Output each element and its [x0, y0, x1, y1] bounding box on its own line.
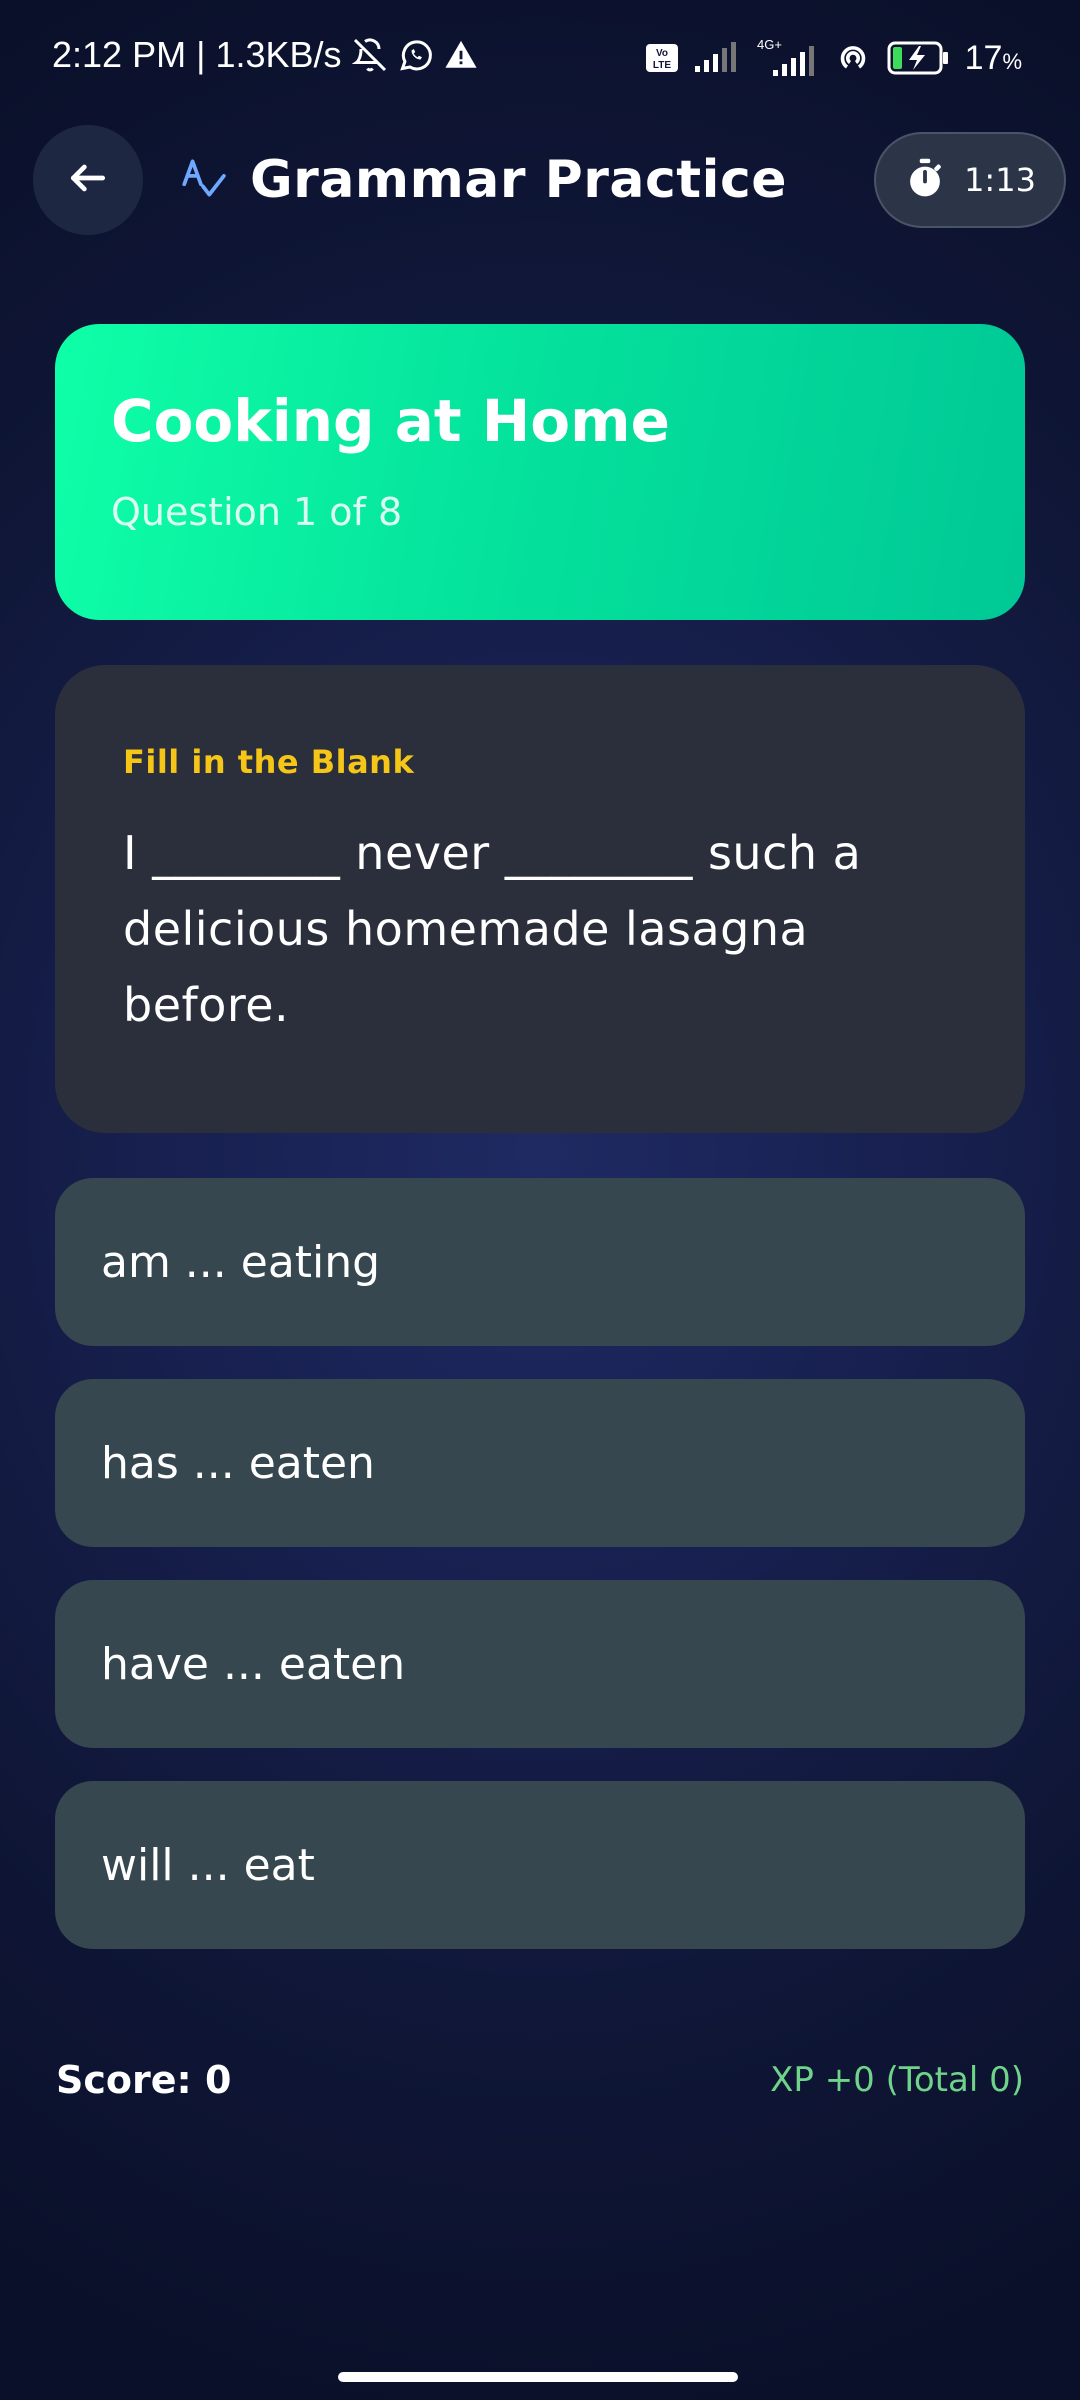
- stopwatch-icon: [904, 157, 946, 203]
- status-left: 2:12 PM | 1.3KB/s: [52, 34, 478, 76]
- back-button[interactable]: [33, 125, 143, 235]
- question-type: Fill in the Blank: [123, 743, 415, 781]
- hotspot-icon: [833, 40, 873, 76]
- answer-option-4[interactable]: will ... eat: [55, 1781, 1025, 1949]
- status-right: Vo LTE 4G+ 17%: [645, 38, 1022, 78]
- status-speed: 1.3KB/s: [215, 34, 342, 75]
- status-separator: |: [196, 34, 206, 75]
- battery-charging-icon: [887, 40, 951, 76]
- topic-card: Cooking at Home Question 1 of 8: [55, 324, 1025, 620]
- answer-option-3[interactable]: have ... eaten: [55, 1580, 1025, 1748]
- mute-bell-icon: [351, 37, 388, 73]
- timer-value: 1:13: [964, 161, 1036, 199]
- battery-percent: 17%: [964, 38, 1022, 77]
- status-time: 2:12 PM: [52, 34, 187, 75]
- volte-icon: Vo LTE: [645, 43, 679, 73]
- xp-label: XP +0 (Total 0): [770, 2060, 1024, 2100]
- alert-icon: [444, 38, 478, 72]
- svg-text:LTE: LTE: [653, 60, 671, 71]
- answer-option-2[interactable]: has ... eaten: [55, 1379, 1025, 1547]
- question-text: I ________ never ________ such a delicio…: [123, 826, 862, 1032]
- score-label: Score: 0: [56, 2058, 232, 2102]
- signal-4g-icon: 4G+: [755, 38, 819, 78]
- timer-badge: 1:13: [874, 132, 1066, 228]
- answer-options: am ... eating has ... eaten have ... eat…: [55, 1178, 1025, 1982]
- topic-title: Cooking at Home: [111, 387, 670, 455]
- question-progress: Question 1 of 8: [111, 489, 403, 534]
- signal-icon: [693, 42, 741, 74]
- answer-option-1[interactable]: am ... eating: [55, 1178, 1025, 1346]
- home-indicator[interactable]: [338, 2372, 738, 2382]
- status-bar: 2:12 PM | 1.3KB/s Vo LTE 4G+ 17%: [0, 0, 1080, 120]
- whatsapp-icon: [398, 37, 434, 73]
- header: Grammar Practice: [178, 140, 787, 220]
- svg-text:Vo: Vo: [656, 48, 668, 59]
- back-arrow-icon: [66, 156, 110, 204]
- network-label-text: 4G+: [757, 38, 782, 52]
- spellcheck-icon: [178, 153, 228, 207]
- question-card: Fill in the Blank I ________ never _____…: [55, 665, 1025, 1133]
- page-title: Grammar Practice: [250, 150, 788, 210]
